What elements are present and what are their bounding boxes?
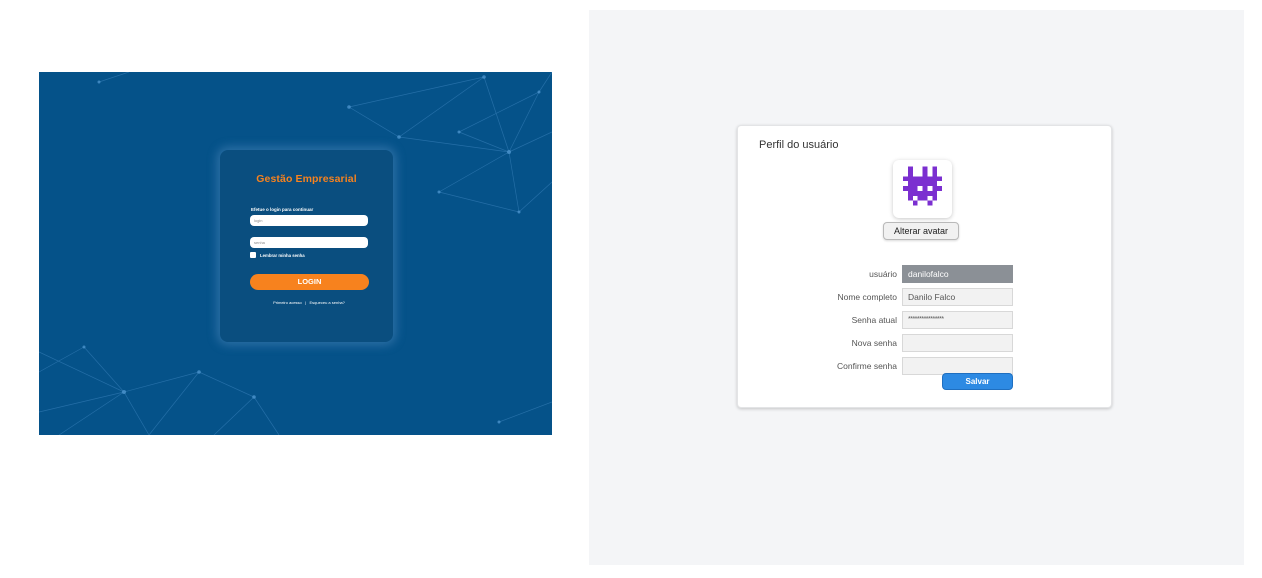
login-button[interactable]: LOGIN bbox=[250, 274, 369, 290]
login-password-input[interactable] bbox=[250, 237, 368, 248]
forgot-password-link[interactable]: Esqueceu a senha? bbox=[310, 300, 345, 305]
login-screen: Gestão Empresarial Efetue o login para c… bbox=[39, 72, 552, 435]
full-name-field[interactable]: Danilo Falco bbox=[902, 288, 1013, 306]
login-links: Primeiro acesso | Esqueceu a senha? bbox=[250, 300, 368, 306]
confirm-password-label: Confirme senha bbox=[836, 361, 897, 371]
link-separator: | bbox=[305, 300, 307, 305]
profile-card: Perfil do usuário Alterar avatar usuário… bbox=[737, 125, 1112, 408]
remember-password-label: Lembrar minha senha bbox=[260, 252, 305, 258]
login-card: Gestão Empresarial Efetue o login para c… bbox=[220, 150, 393, 342]
login-subtitle: Efetue o login para continuar bbox=[251, 207, 314, 212]
username-field: danilofalco bbox=[902, 265, 1013, 283]
new-password-label: Nova senha bbox=[851, 338, 897, 348]
pixel-avatar-icon bbox=[903, 166, 942, 206]
current-password-field[interactable]: **************** bbox=[902, 311, 1013, 329]
full-name-label: Nome completo bbox=[837, 292, 897, 302]
save-button[interactable]: Salvar bbox=[942, 373, 1013, 390]
change-avatar-button[interactable]: Alterar avatar bbox=[883, 222, 959, 240]
username-label: usuário bbox=[869, 269, 897, 279]
profile-screen: Perfil do usuário Alterar avatar usuário… bbox=[589, 10, 1244, 565]
login-username-input[interactable] bbox=[250, 215, 368, 226]
profile-title: Perfil do usuário bbox=[759, 139, 839, 151]
current-password-label: Senha atual bbox=[851, 315, 897, 325]
avatar bbox=[893, 160, 952, 218]
remember-password-row[interactable]: Lembrar minha senha bbox=[250, 252, 305, 258]
new-password-field[interactable] bbox=[902, 334, 1013, 352]
remember-password-checkbox[interactable] bbox=[250, 252, 256, 258]
first-access-link[interactable]: Primeiro acesso bbox=[273, 300, 302, 305]
login-title: Gestão Empresarial bbox=[256, 173, 357, 185]
